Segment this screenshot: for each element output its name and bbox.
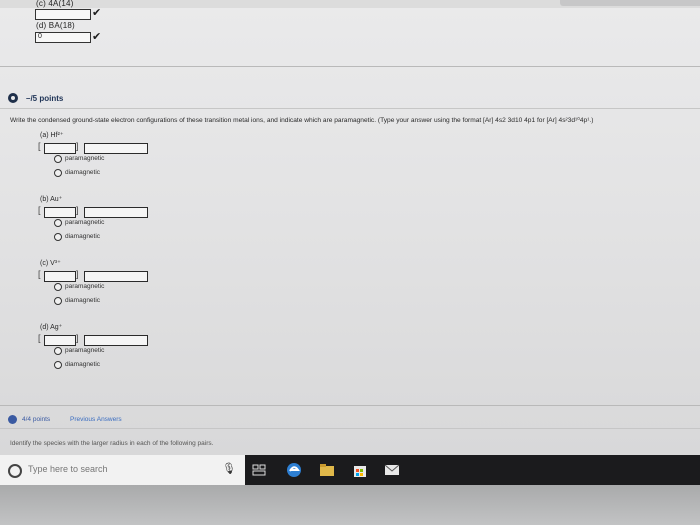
prev-answer-label-d: (d) BA(18) [36,21,75,30]
part-a-label: (a) Hf²⁺ [40,132,64,139]
next-question-points: 4/4 points [22,416,51,423]
part-b-paramagnetic-radio[interactable] [54,219,62,227]
store-icon[interactable] [349,461,371,479]
section-divider [0,405,700,406]
part-d-paramagnetic-label: paramagnetic [65,347,105,354]
part-a-paramagnetic-label: paramagnetic [65,155,105,162]
part-d-core-input[interactable] [44,335,76,346]
header-divider [0,428,700,429]
part-a-diamagnetic-radio[interactable] [54,169,62,177]
part-a-diamagnetic-label: diamagnetic [65,169,101,176]
part-b-core-input[interactable] [44,207,76,218]
question-prompt: Write the condensed ground-state electro… [10,117,594,124]
part-b-label: (b) Au⁺ [40,196,63,203]
part-c-config-input[interactable] [84,271,148,282]
prev-answer-field-c[interactable] [35,9,91,20]
submit-button[interactable] [560,0,700,6]
bracket-open: [ [38,205,41,215]
browser-page: (c) 4A(14) ✔ (d) BA(18) 0 ✔ –/5 points W… [0,0,700,455]
part-b-diamagnetic-radio[interactable] [54,233,62,241]
part-d-config-input[interactable] [84,335,148,346]
part-b-paramagnetic-label: paramagnetic [65,219,105,226]
mail-icon[interactable] [381,461,403,479]
prev-answer-label-c: (c) 4A(14) [36,0,74,8]
part-c-label: (c) V³⁺ [40,260,61,267]
part-a-core-input[interactable] [44,143,76,154]
next-question-prompt: Identify the species with the larger rad… [10,440,214,447]
question-status-icon [8,93,18,103]
taskbar-search-box[interactable]: Type here to search 🎙 [0,455,245,485]
part-a-config-input[interactable] [84,143,148,154]
checkmark-icon: ✔ [92,7,102,19]
microphone-icon[interactable]: 🎙 [222,462,236,475]
bracket-close: ] [76,141,79,151]
bracket-open: [ [38,333,41,343]
question-status-icon [8,415,17,424]
part-c-core-input[interactable] [44,271,76,282]
cortana-icon [8,464,22,478]
bracket-close: ] [76,333,79,343]
checkmark-icon: ✔ [92,31,102,43]
header-divider [0,108,700,109]
previous-answers-link[interactable]: Previous Answers [70,416,122,423]
prev-answer-value-d: 0 [38,33,42,40]
file-explorer-icon[interactable] [316,461,338,479]
monitor-bezel [0,485,700,525]
part-d-paramagnetic-radio[interactable] [54,347,62,355]
section-divider [0,66,700,67]
part-a-paramagnetic-radio[interactable] [54,155,62,163]
part-d-label: (d) Ag⁺ [40,324,63,331]
part-b-config-input[interactable] [84,207,148,218]
bracket-open: [ [38,269,41,279]
windows-taskbar: Type here to search 🎙 [0,455,700,485]
part-c-diamagnetic-radio[interactable] [54,297,62,305]
bracket-open: [ [38,141,41,151]
part-c-paramagnetic-label: paramagnetic [65,283,105,290]
edge-icon[interactable] [283,461,305,479]
part-c-paramagnetic-radio[interactable] [54,283,62,291]
part-d-diamagnetic-radio[interactable] [54,361,62,369]
prev-answer-field-d[interactable]: 0 [35,32,91,43]
part-c-diamagnetic-label: diamagnetic [65,297,101,304]
part-b-diamagnetic-label: diamagnetic [65,233,101,240]
task-view-icon[interactable] [250,461,268,479]
bracket-close: ] [76,269,79,279]
bracket-close: ] [76,205,79,215]
search-placeholder: Type here to search [28,464,108,474]
part-d-diamagnetic-label: diamagnetic [65,361,101,368]
question-points: –/5 points [26,94,64,103]
